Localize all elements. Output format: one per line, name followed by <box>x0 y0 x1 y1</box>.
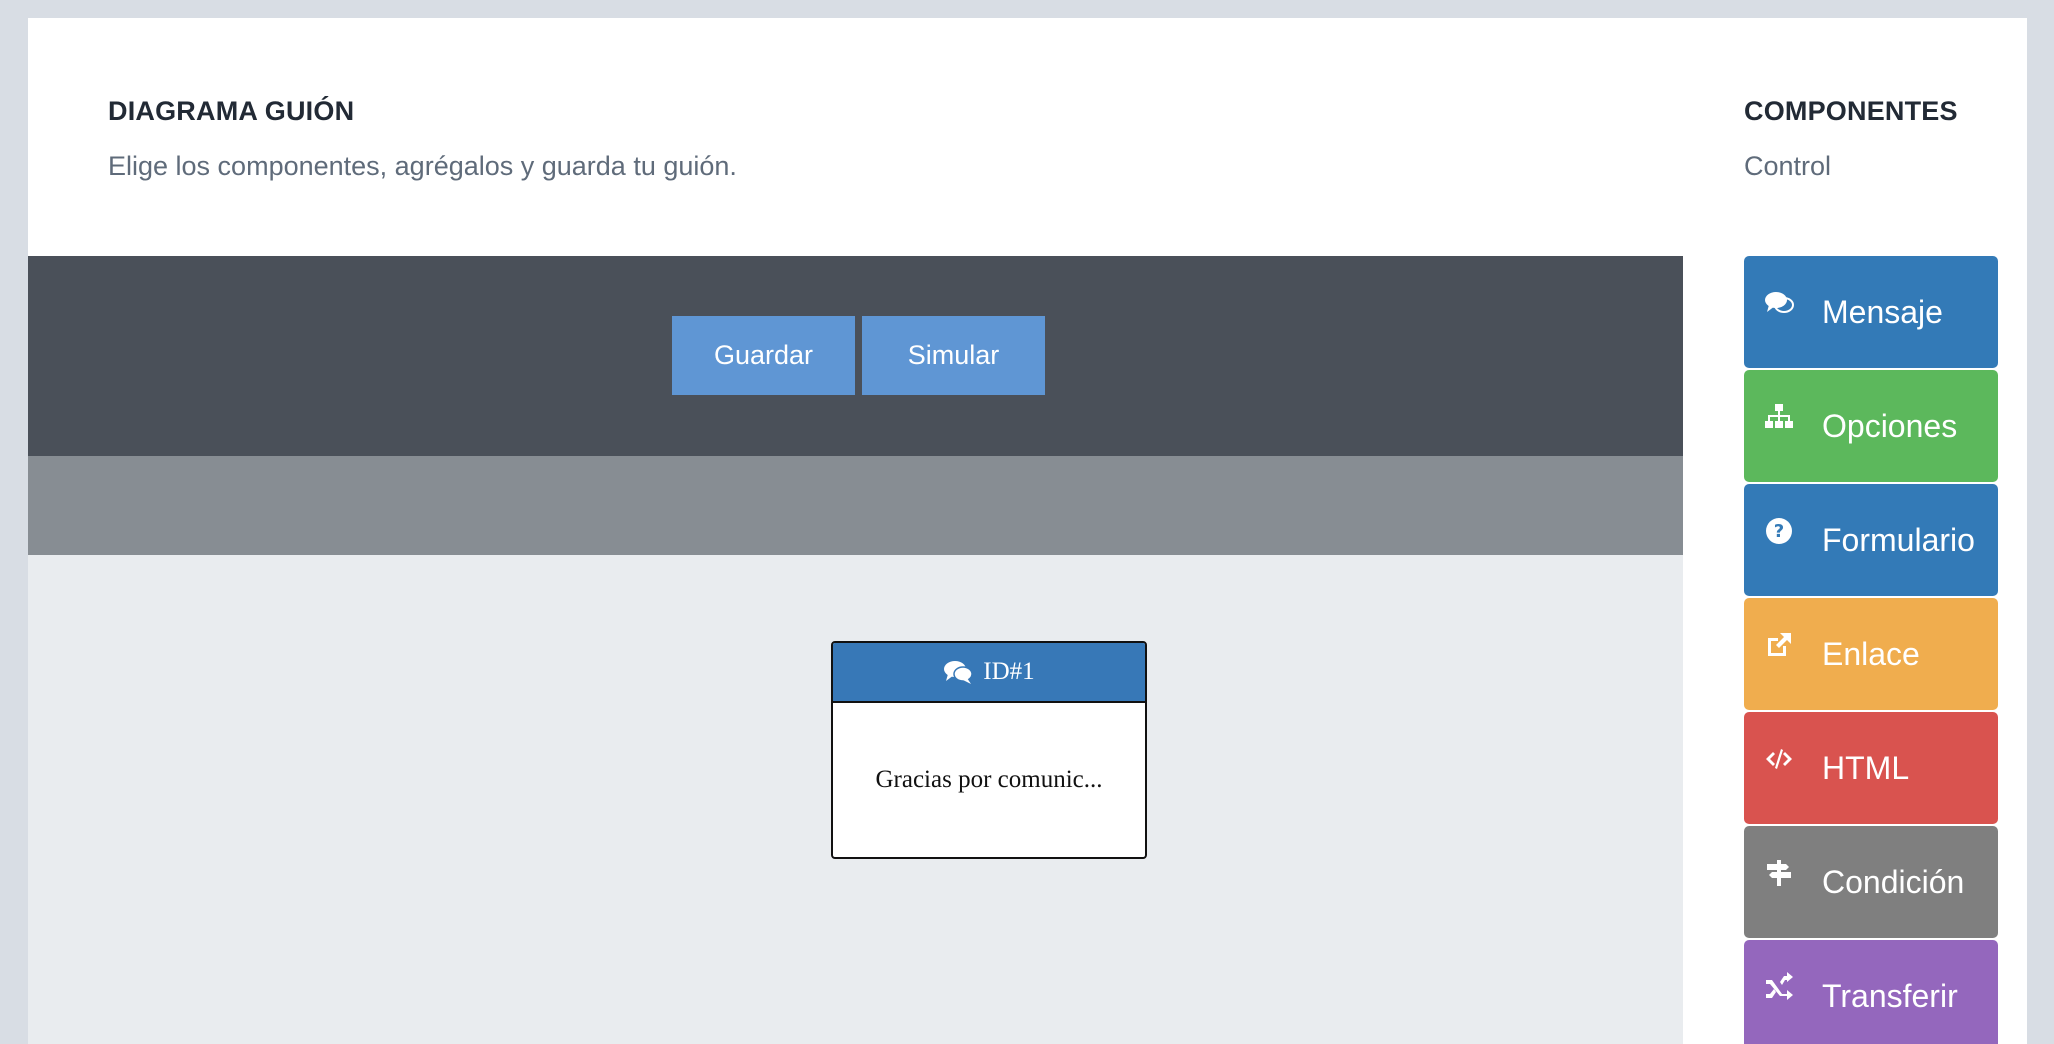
component-label: HTML <box>1822 749 1910 786</box>
random-icon <box>1762 970 1796 1004</box>
node-id: ID#1 <box>983 658 1035 685</box>
node-header: ID#1 <box>833 643 1145 703</box>
component-label: Condición <box>1822 863 1965 900</box>
component-enlace[interactable]: Enlace <box>1744 598 1998 710</box>
page-title: DIAGRAMA GUIÓN <box>108 96 355 126</box>
save-button[interactable]: Guardar <box>672 316 855 395</box>
comments-icon <box>944 661 974 684</box>
diagram-header: DIAGRAMA GUIÓN Elige los componentes, ag… <box>108 96 737 182</box>
components-header: COMPONENTES Control <box>1744 96 1958 182</box>
code-icon <box>1762 742 1796 776</box>
diagram-node[interactable]: ID#1 Gracias por comunic... <box>831 641 1147 859</box>
diagram-subbar <box>28 456 1683 555</box>
comments-icon <box>1762 286 1796 320</box>
sitemap-icon <box>1762 400 1796 434</box>
component-opciones[interactable]: Opciones <box>1744 370 1998 482</box>
component-label: Enlace <box>1822 635 1920 672</box>
component-html[interactable]: HTML <box>1744 712 1998 824</box>
simulate-button[interactable]: Simular <box>862 316 1045 395</box>
svg-text:?: ? <box>1774 521 1784 542</box>
component-transferir[interactable]: Transferir <box>1744 940 1998 1044</box>
page: DIAGRAMA GUIÓN Elige los componentes, ag… <box>28 18 2027 1044</box>
components-title: COMPONENTES <box>1744 96 1958 126</box>
component-label: Transferir <box>1822 977 1958 1014</box>
component-condición[interactable]: Condición <box>1744 826 1998 938</box>
signpost-icon <box>1762 856 1796 890</box>
question-circle-icon: ? <box>1762 514 1796 548</box>
node-body-text: Gracias por comunic... <box>875 766 1103 793</box>
component-label: Mensaje <box>1822 293 1943 330</box>
component-formulario[interactable]: ? Formulario <box>1744 484 1998 596</box>
external-link-icon <box>1762 628 1796 662</box>
components-subtitle: Control <box>1744 151 1832 181</box>
page-subtitle: Elige los componentes, agrégalos y guard… <box>108 151 737 181</box>
component-label: Opciones <box>1822 407 1958 444</box>
component-label: Formulario <box>1822 521 1975 558</box>
toolbar: Guardar Simular <box>28 256 1683 456</box>
component-mensaje[interactable]: Mensaje <box>1744 256 1998 368</box>
